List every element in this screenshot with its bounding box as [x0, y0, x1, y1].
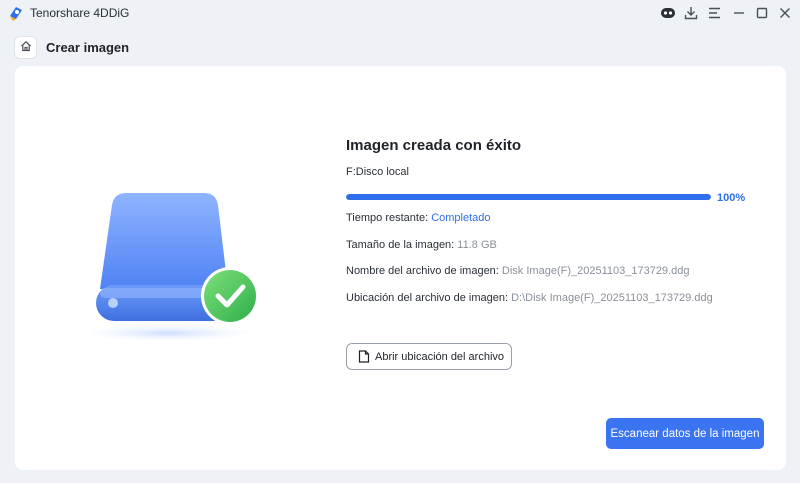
download-icon[interactable]: [682, 4, 700, 22]
menu-icon[interactable]: [706, 4, 724, 22]
image-size-row: Tamaño de la imagen: 11.8 GB: [346, 239, 497, 251]
image-filename-value: Disk Image(F)_20251103_173729.ddg: [501, 265, 690, 277]
image-filename-label: Nombre del archivo de imagen:: [346, 265, 499, 277]
minimize-icon[interactable]: [730, 4, 748, 22]
home-icon: [20, 39, 32, 57]
app-logo-icon: [7, 4, 25, 22]
image-location-row: Ubicación del archivo de imagen: D:\Disk…: [346, 292, 713, 304]
scan-image-button[interactable]: Escanear datos de la imagen: [606, 418, 764, 449]
maximize-icon[interactable]: [753, 4, 771, 22]
time-remaining-row: Tiempo restante: Completado: [346, 212, 491, 224]
open-file-location-button[interactable]: Abrir ubicación del archivo: [346, 343, 512, 370]
drive-success-illustration: [80, 185, 270, 345]
page-title: Crear imagen: [46, 40, 130, 55]
title-bar: Tenorshare 4DDiG: [0, 0, 800, 26]
home-button[interactable]: [14, 36, 37, 59]
result-title: Imagen creada con éxito: [346, 137, 522, 154]
file-icon: [358, 350, 370, 363]
open-file-location-label: Abrir ubicación del archivo: [375, 350, 505, 363]
time-remaining-value: Completado: [431, 212, 491, 224]
image-location-value: D:\Disk Image(F)_20251103_173729.ddg: [511, 292, 713, 304]
disk-name: F:Disco local: [346, 166, 409, 178]
time-remaining-label: Tiempo restante:: [346, 212, 429, 224]
image-size-label: Tamaño de la imagen:: [346, 239, 455, 251]
chatbot-icon[interactable]: [659, 4, 677, 22]
image-size-value: 11.8 GB: [457, 239, 497, 251]
image-filename-row: Nombre del archivo de imagen: Disk Image…: [346, 265, 689, 277]
close-icon[interactable]: [776, 4, 794, 22]
image-location-label: Ubicación del archivo de imagen:: [346, 292, 509, 304]
progress-fill: [346, 194, 711, 200]
app-title: Tenorshare 4DDiG: [30, 6, 130, 20]
progress-percent: 100%: [717, 192, 746, 204]
progress-bar: [346, 194, 711, 200]
